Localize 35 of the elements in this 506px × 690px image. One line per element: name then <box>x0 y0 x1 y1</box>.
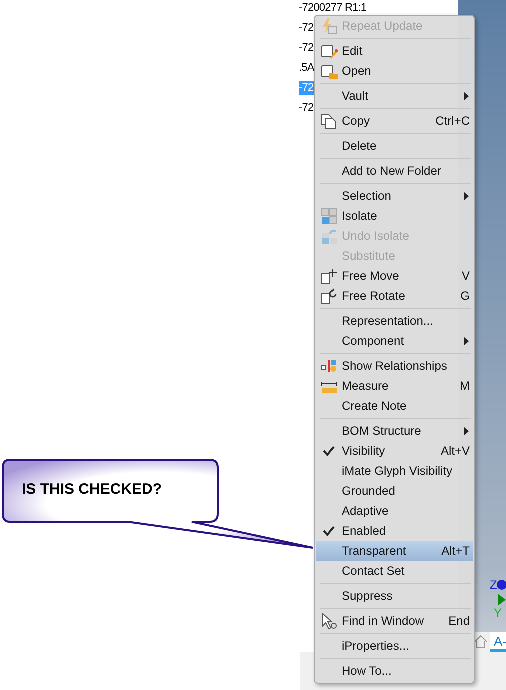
menu-item[interactable]: Free Rotate G <box>316 286 473 306</box>
menu-item[interactable]: Create Note <box>316 396 473 416</box>
menu-item[interactable]: Transparent Alt+T <box>316 541 473 561</box>
menu-item[interactable]: Enabled <box>316 521 473 541</box>
menu-item[interactable]: Component <box>316 331 473 351</box>
tree-item[interactable]: -72 <box>299 101 314 115</box>
menu-item[interactable]: Add to New Folder <box>316 161 473 181</box>
menu-item[interactable]: Adaptive <box>316 501 473 521</box>
menu-item[interactable]: Measure M <box>316 376 473 396</box>
menu-item[interactable]: Visibility Alt+V <box>316 441 473 461</box>
menu-item[interactable]: Edit <box>316 41 473 61</box>
menu-item[interactable]: iProperties... <box>316 636 473 656</box>
callout-text: IS THIS CHECKED? <box>22 481 162 498</box>
tree-item[interactable]: -72 <box>299 41 314 55</box>
menu-item[interactable]: Copy Ctrl+C <box>316 111 473 131</box>
axis-label: Y <box>494 606 502 620</box>
menu-item[interactable]: How To... <box>316 661 473 681</box>
menu-item[interactable]: Selection <box>316 186 473 206</box>
menu-item[interactable]: iMate Glyph Visibility <box>316 461 473 481</box>
tree-item[interactable]: -72 <box>299 21 314 35</box>
menu-item[interactable]: Suppress <box>316 586 473 606</box>
menu-item[interactable]: Open <box>316 61 473 81</box>
tree-item[interactable]: -7200277 R1:1 <box>299 1 367 15</box>
menu-item[interactable]: Free Move V <box>316 266 473 286</box>
menu-item[interactable]: Vault <box>316 86 473 106</box>
menu-item[interactable]: BOM Structure <box>316 421 473 441</box>
menu-item[interactable]: Representation... <box>316 311 473 331</box>
tree-item[interactable]: .5A <box>299 61 314 75</box>
menu-item[interactable]: Delete <box>316 136 473 156</box>
menu-item[interactable]: Isolate <box>316 206 473 226</box>
menu-item[interactable]: Grounded <box>316 481 473 501</box>
menu-item[interactable]: Show Relationships <box>316 356 473 376</box>
menu-item[interactable]: Find in Window End <box>316 611 473 631</box>
axis-label: Z <box>490 578 498 592</box>
menu-item[interactable]: Contact Set <box>316 561 473 581</box>
